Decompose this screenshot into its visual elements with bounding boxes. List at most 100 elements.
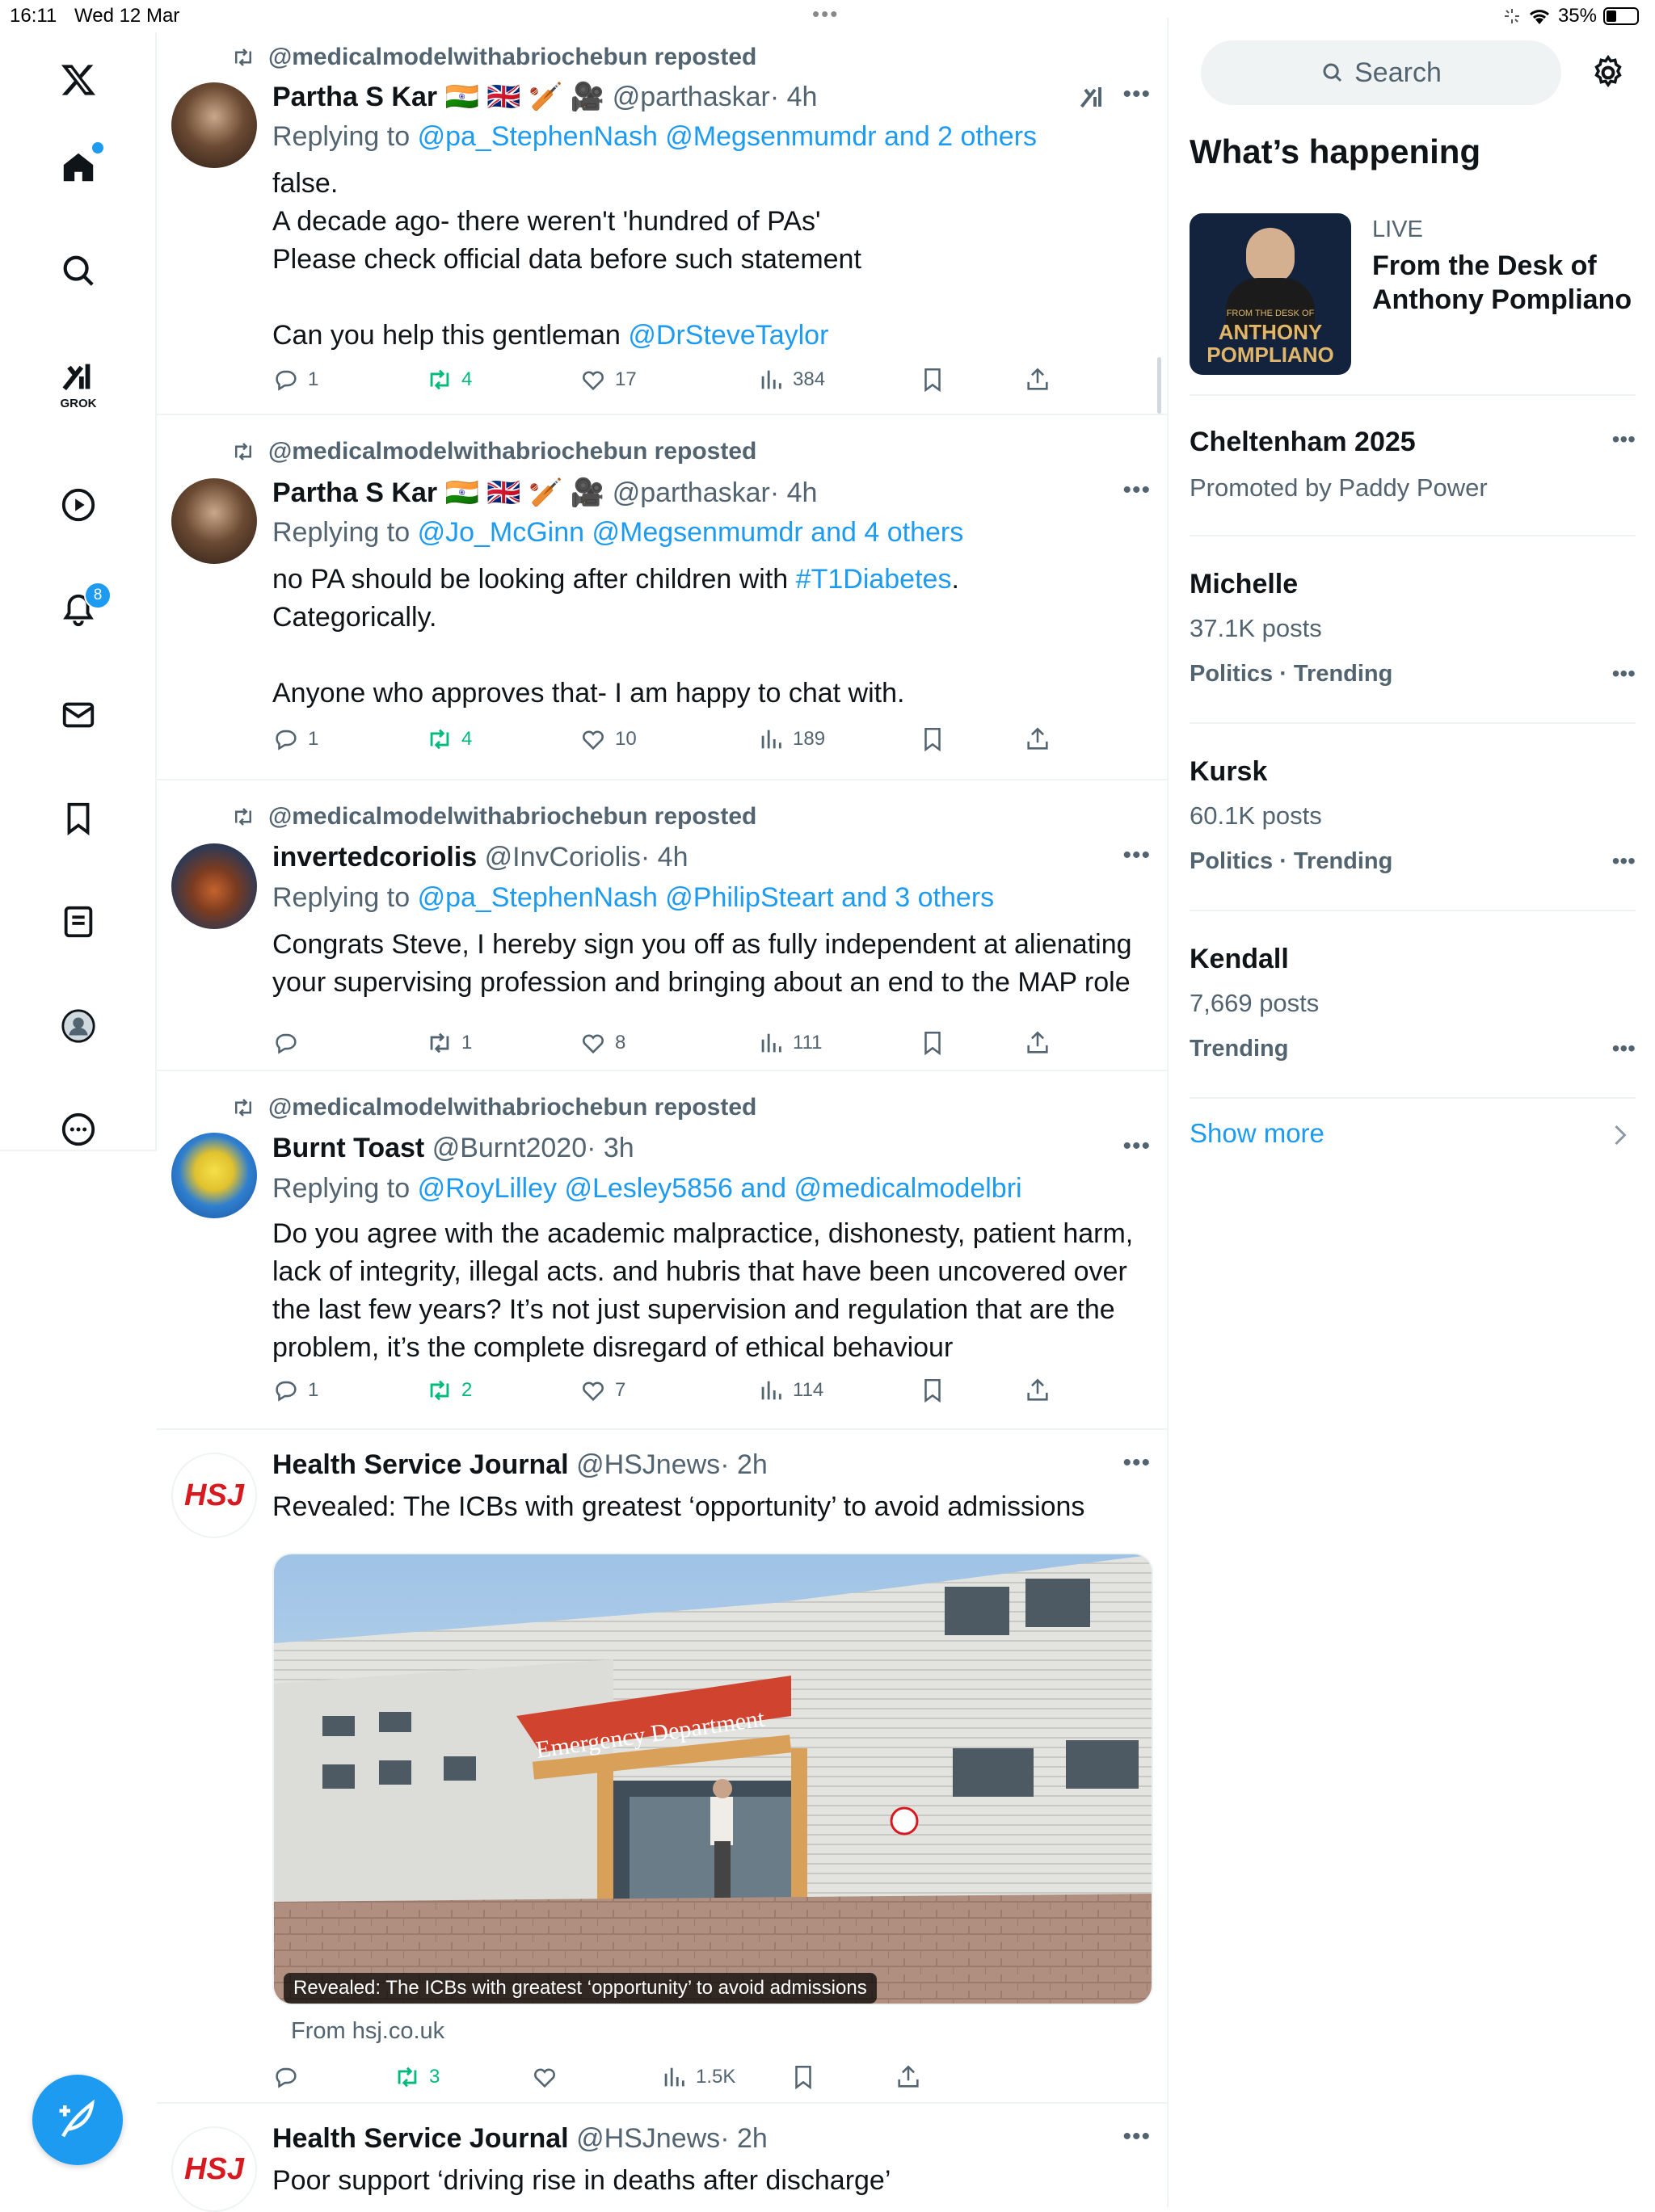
author-handle[interactable]: @InvCoriolis	[485, 842, 641, 873]
more-options-icon[interactable]: •••	[1122, 1133, 1151, 1160]
tweet[interactable]: HSJ Health Service Journal @HSJnews· 2h …	[157, 1428, 1167, 2104]
views-button[interactable]: 111	[757, 1029, 822, 1057]
reply-button[interactable]: 1	[272, 366, 318, 393]
scrollbar[interactable]	[1157, 357, 1161, 414]
hashtag-link[interactable]: #T1Diabetes	[796, 564, 952, 595]
more-options-icon[interactable]: •••	[1612, 848, 1636, 874]
tweet-time[interactable]: · 2h	[720, 1449, 768, 1480]
nav-notifications[interactable]: 8	[50, 582, 112, 638]
nav-more[interactable]	[50, 1101, 107, 1158]
author-name[interactable]: Burnt Toast	[272, 1133, 424, 1163]
mention-link[interactable]: @DrSteveTaylor	[628, 320, 828, 351]
reply-button[interactable]	[272, 2063, 308, 2091]
like-button[interactable]: 17	[579, 366, 637, 393]
author-handle[interactable]: @parthaskar	[613, 477, 770, 508]
bookmark-button[interactable]	[919, 725, 946, 753]
avatar[interactable]	[171, 478, 257, 564]
settings-gear-icon[interactable]	[1589, 53, 1628, 92]
avatar[interactable]	[171, 843, 257, 929]
link-card[interactable]: Emergency Department Revealed: The ICBs …	[272, 1553, 1153, 2005]
tweet-time[interactable]: · 3h	[587, 1133, 634, 1163]
author-handle[interactable]: @HSJnews	[576, 2123, 720, 2154]
tweet-time[interactable]: · 4h	[770, 477, 818, 508]
reply-mentions[interactable]: @pa_StephenNash @Megsenmumdr and 2 other…	[418, 121, 1037, 152]
reply-button[interactable]: 1	[272, 1377, 318, 1404]
nav-lists[interactable]	[50, 894, 107, 950]
author-name[interactable]: invertedcoriolis	[272, 842, 477, 873]
compose-post-button[interactable]	[32, 2075, 123, 2165]
author-name[interactable]: Partha S Kar	[272, 82, 437, 112]
more-options-icon[interactable]: •••	[1122, 477, 1151, 504]
grok-analyze-icon[interactable]	[1078, 82, 1107, 111]
tweet[interactable]: @medicalmodelwithabriochebun reposted in…	[157, 779, 1167, 1071]
avatar[interactable]	[171, 82, 257, 168]
more-options-icon[interactable]: •••	[1122, 842, 1151, 869]
x-logo-icon[interactable]	[50, 52, 107, 108]
reply-mentions[interactable]: @pa_StephenNash @PhilipSteart and 3 othe…	[418, 882, 995, 913]
author-handle[interactable]: @parthaskar	[613, 82, 770, 112]
reply-mentions[interactable]: @RoyLilley @Lesley5856 and @medicalmodel…	[418, 1173, 1022, 1204]
bookmark-button[interactable]	[919, 1377, 946, 1404]
link-card-caption: Revealed: The ICBs with greatest ‘opport…	[284, 1973, 877, 2004]
nav-bookmarks[interactable]	[50, 790, 107, 847]
tweet[interactable]: HSJ Health Service Journal @HSJnews· 2h …	[157, 2102, 1167, 2212]
tweet[interactable]: @medicalmodelwithabriochebun reposted Bu…	[157, 1070, 1167, 1430]
more-options-icon[interactable]: •••	[1122, 1449, 1151, 1477]
live-title[interactable]: From the Desk of Anthony Pompliano	[1372, 249, 1632, 317]
avatar[interactable]: HSJ	[171, 1453, 257, 1538]
author-handle[interactable]: @Burnt2020	[432, 1133, 587, 1163]
more-options-icon[interactable]: •••	[1612, 1036, 1636, 1062]
author-name[interactable]: Partha S Kar	[272, 477, 437, 508]
author-name[interactable]: Health Service Journal	[272, 2123, 569, 2154]
tweet[interactable]: @medicalmodelwithabriochebun reposted Pa…	[157, 414, 1167, 780]
nav-home[interactable]	[50, 139, 107, 196]
repost-button[interactable]: 4	[426, 725, 472, 753]
repost-button[interactable]: 1	[426, 1029, 472, 1057]
bookmark-button[interactable]	[790, 2063, 817, 2091]
show-more-link[interactable]: Show more	[1190, 1118, 1324, 1149]
reply-button[interactable]: 1	[272, 725, 318, 753]
reply-mentions[interactable]: @Jo_McGinn @Megsenmumdr and 4 others	[418, 517, 964, 548]
views-button[interactable]: 189	[757, 725, 825, 753]
timeline[interactable]: @medicalmodelwithabriochebun reposted Pa…	[157, 18, 1169, 2212]
author-handle[interactable]: @HSJnews	[576, 1449, 720, 1480]
share-button[interactable]	[1024, 366, 1051, 393]
author-name[interactable]: Health Service Journal	[272, 1449, 569, 1480]
nav-messages[interactable]	[50, 687, 107, 743]
link-card-source[interactable]: From hsj.co.uk	[291, 2018, 444, 2045]
share-button[interactable]	[1024, 1029, 1051, 1057]
tweet[interactable]: @medicalmodelwithabriochebun reposted Pa…	[157, 18, 1167, 415]
avatar[interactable]: HSJ	[171, 2126, 257, 2212]
avatar[interactable]	[171, 1133, 257, 1218]
tweet-time[interactable]: · 2h	[720, 2123, 768, 2154]
bookmark-button[interactable]	[919, 366, 946, 393]
more-options-icon[interactable]: •••	[1612, 427, 1636, 452]
nav-video[interactable]	[50, 477, 107, 533]
bookmark-button[interactable]	[919, 1029, 946, 1057]
more-options-icon[interactable]: •••	[1122, 81, 1151, 108]
like-button[interactable]: 10	[579, 725, 637, 753]
repost-button[interactable]: 2	[426, 1377, 472, 1404]
views-button[interactable]: 114	[757, 1377, 823, 1404]
like-button[interactable]	[531, 2063, 566, 2091]
tweet-time[interactable]: · 4h	[770, 82, 818, 112]
like-button[interactable]: 8	[579, 1029, 625, 1057]
reply-button[interactable]	[272, 1029, 308, 1057]
more-options-icon[interactable]: •••	[1122, 2123, 1151, 2151]
tweet-time[interactable]: · 4h	[641, 842, 689, 873]
thumb-line2: ANTHONY	[1218, 320, 1323, 344]
nav-explore[interactable]	[50, 242, 107, 299]
views-button[interactable]: 1.5K	[660, 2063, 735, 2091]
live-thumbnail[interactable]: FROM THE DESK OF ANTHONY POMPLIANO	[1190, 213, 1351, 375]
nav-profile[interactable]	[50, 998, 107, 1054]
share-button[interactable]	[1024, 1377, 1051, 1404]
repost-button[interactable]: 4	[426, 366, 472, 393]
nav-grok[interactable]: GROK	[50, 343, 107, 424]
share-button[interactable]	[1024, 725, 1051, 753]
search-input[interactable]: Search	[1201, 40, 1561, 105]
more-options-icon[interactable]: •••	[1612, 661, 1636, 687]
repost-button[interactable]: 3	[394, 2063, 440, 2091]
like-button[interactable]: 7	[579, 1377, 625, 1404]
views-button[interactable]: 384	[757, 366, 825, 393]
share-button[interactable]	[895, 2063, 922, 2091]
